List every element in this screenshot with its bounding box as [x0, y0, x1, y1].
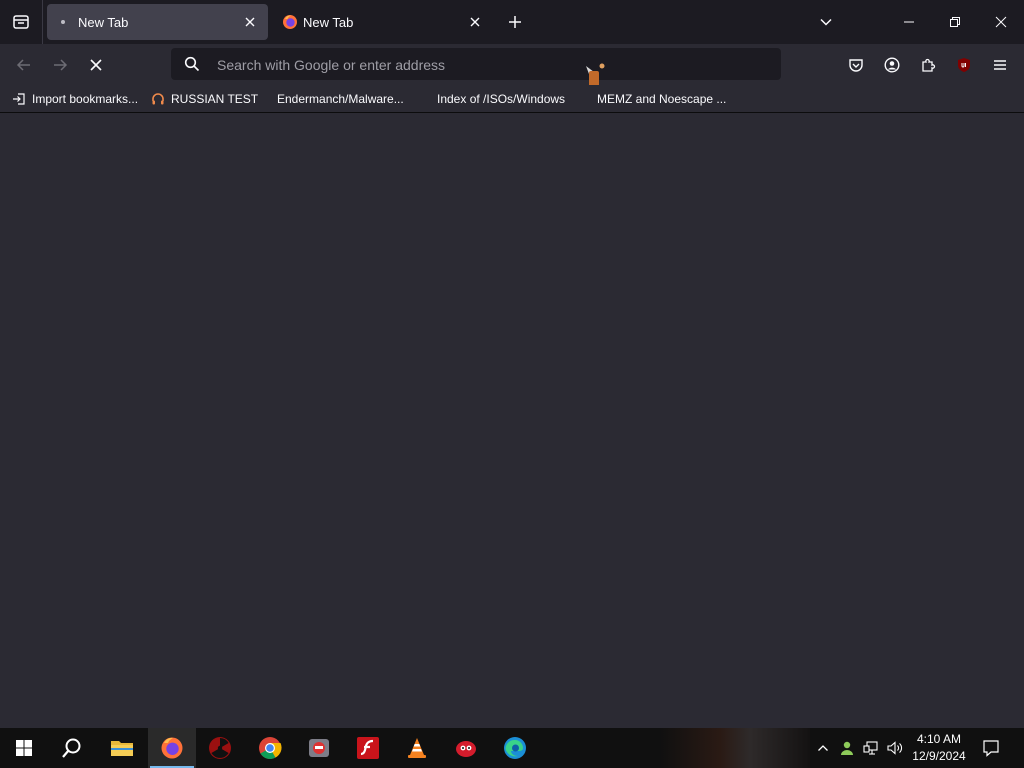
taskbar-firefox[interactable]: [148, 728, 196, 768]
restore-icon: [950, 17, 960, 27]
tab-label: New Tab: [78, 15, 129, 30]
url-input[interactable]: [215, 52, 739, 78]
ublock-origin-button[interactable]: [949, 50, 979, 80]
show-hidden-icons-button[interactable]: [812, 728, 834, 768]
bookmark-import[interactable]: Import bookmarks...: [12, 91, 138, 107]
bookmark-memz-noescape[interactable]: MEMZ and Noescape ...: [597, 91, 726, 107]
chevron-down-icon: [820, 18, 832, 26]
hamburger-menu-icon: [994, 60, 1006, 70]
address-bar[interactable]: [171, 48, 781, 80]
firefox-view-button[interactable]: [0, 0, 43, 44]
tab-new-tab-active[interactable]: New Tab: [47, 4, 268, 40]
radiation-icon: [209, 737, 231, 759]
stop-button[interactable]: [81, 50, 111, 80]
minimize-icon: [904, 21, 914, 23]
bookmark-endermanch-malware[interactable]: Endermanch/Malware...: [277, 91, 404, 107]
taskbar-red-app[interactable]: [442, 728, 490, 768]
taskbar-edge[interactable]: [491, 728, 539, 768]
pocket-button[interactable]: [841, 50, 871, 80]
taskbar-radiation-app[interactable]: [196, 728, 244, 768]
back-button[interactable]: [9, 50, 39, 80]
bookmark-label: Import bookmarks...: [32, 92, 139, 106]
tab-strip: New Tab New Tab: [0, 0, 1024, 44]
back-arrow-icon: [16, 59, 30, 71]
account-button[interactable]: [877, 50, 907, 80]
forward-button[interactable]: [45, 50, 75, 80]
start-button[interactable]: [0, 728, 48, 768]
notification-icon: [983, 740, 999, 757]
forward-arrow-icon: [54, 59, 68, 71]
taskbar-game-app[interactable]: [295, 728, 343, 768]
bookmark-label: Endermanch/Malware...: [277, 92, 404, 106]
page-content-area[interactable]: [0, 113, 1024, 728]
bookmarks-toolbar: Import bookmarks... RUSSIAN TEST Enderma…: [0, 85, 1024, 113]
tray-volume[interactable]: [884, 728, 906, 768]
new-tab-button[interactable]: [502, 9, 528, 35]
taskbar-flash-player[interactable]: [344, 728, 392, 768]
windows-logo-icon: [16, 740, 32, 756]
user-green-icon: [841, 741, 853, 755]
pocket-icon: [849, 59, 863, 72]
plus-icon: [509, 16, 521, 28]
firefox-view-icon: [13, 15, 29, 29]
firefox-icon: [282, 14, 298, 30]
restore-button[interactable]: [932, 0, 978, 44]
bookmark-label: MEMZ and Noescape ...: [597, 92, 727, 106]
action-center-button[interactable]: [980, 728, 1002, 768]
headphones-icon: [151, 92, 165, 106]
windows-taskbar: 4:10 AM 12/9/2024: [0, 728, 1024, 768]
list-all-tabs-button[interactable]: [814, 10, 838, 34]
tray-network[interactable]: [860, 728, 882, 768]
search-button[interactable]: [48, 728, 96, 768]
account-icon: [884, 57, 900, 73]
firefox-icon: [161, 737, 183, 759]
puzzle-piece-icon: [922, 58, 936, 72]
taskbar-chrome[interactable]: [246, 728, 294, 768]
taskbar-file-explorer[interactable]: [98, 728, 146, 768]
taskbar-vlc[interactable]: [393, 728, 441, 768]
bookmark-russian-test[interactable]: RUSSIAN TEST: [151, 91, 258, 107]
stop-icon: [90, 59, 102, 71]
vlc-cone-icon: [408, 738, 426, 758]
search-icon: [184, 56, 200, 72]
edge-icon: [504, 737, 526, 759]
game-app-icon: [309, 739, 329, 757]
loading-dot-icon: [57, 14, 73, 30]
tab-label: New Tab: [303, 15, 354, 30]
chevron-up-icon: [818, 745, 828, 751]
close-icon: [995, 16, 1007, 28]
tray-user-app[interactable]: [836, 728, 858, 768]
clock-time: 4:10 AM: [916, 732, 962, 746]
folder-icon: [111, 741, 133, 756]
red-creature-icon: [456, 741, 476, 757]
bookmark-index-isos-windows[interactable]: Index of /ISOs/Windows: [437, 91, 565, 107]
flash-player-icon: [357, 737, 379, 759]
chrome-icon: [259, 737, 282, 759]
close-tab-icon[interactable]: [240, 12, 260, 32]
wallpaper-peek: [660, 728, 810, 768]
extensions-button[interactable]: [913, 50, 943, 80]
close-window-button[interactable]: [978, 0, 1024, 44]
bookmark-label: Index of /ISOs/Windows: [437, 92, 566, 106]
navigation-toolbar: [0, 44, 1024, 91]
menu-button[interactable]: [985, 50, 1015, 80]
minimize-button[interactable]: [886, 0, 932, 44]
network-icon: [863, 741, 878, 755]
search-icon: [62, 738, 81, 758]
bookmark-label: RUSSIAN TEST: [171, 92, 259, 106]
ublock-origin-icon: [958, 58, 970, 72]
import-icon: [12, 92, 26, 106]
close-tab-icon[interactable]: [465, 12, 485, 32]
clock-date: 12/9/2024: [912, 749, 966, 763]
speaker-icon: [887, 741, 902, 755]
tab-new-tab[interactable]: New Tab: [272, 4, 493, 40]
taskbar-clock[interactable]: 4:10 AM 12/9/2024: [906, 731, 972, 765]
